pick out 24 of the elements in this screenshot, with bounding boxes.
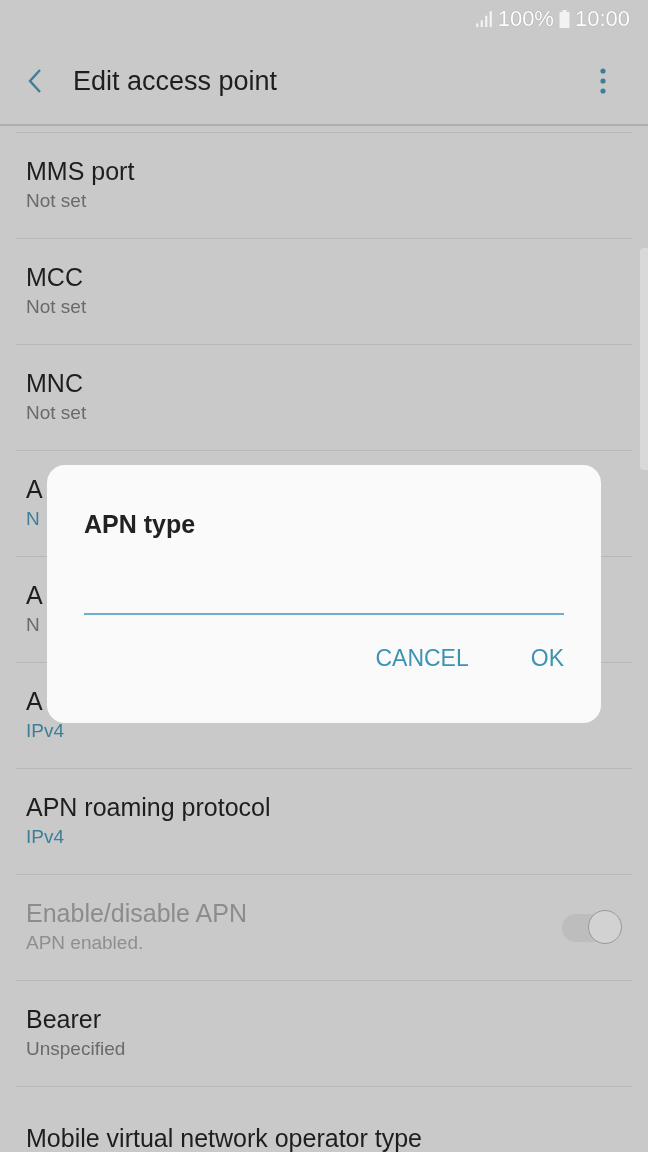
signal-icon	[474, 10, 493, 28]
setting-title[interactable]: APN roaming protocol	[26, 793, 271, 822]
setting-value: IPv4	[26, 826, 65, 848]
setting-title[interactable]: A	[26, 475, 43, 504]
setting-value: N	[26, 508, 40, 530]
dialog-title: APN type	[84, 509, 197, 540]
setting-value: APN enabled.	[26, 932, 144, 954]
battery-icon	[558, 10, 570, 28]
setting-title[interactable]: MMS port	[26, 157, 135, 186]
setting-value: IPv4	[26, 720, 65, 742]
setting-value: Unspecified	[26, 1038, 126, 1060]
setting-value: Not set	[26, 296, 87, 318]
screen-title: Edit access point	[73, 65, 279, 97]
setting-value: Not set	[26, 402, 87, 424]
setting-title[interactable]: A	[26, 687, 43, 716]
more-options-icon[interactable]	[600, 68, 606, 94]
setting-title[interactable]: MCC	[26, 263, 83, 292]
setting-title[interactable]: A	[26, 581, 43, 610]
setting-title[interactable]: Mobile virtual network operator type	[26, 1124, 423, 1152]
setting-value: Not set	[26, 190, 87, 212]
setting-title[interactable]: Bearer	[26, 1005, 102, 1034]
back-icon[interactable]	[28, 68, 42, 94]
setting-value: N	[26, 614, 40, 636]
setting-title[interactable]: MNC	[26, 369, 83, 398]
